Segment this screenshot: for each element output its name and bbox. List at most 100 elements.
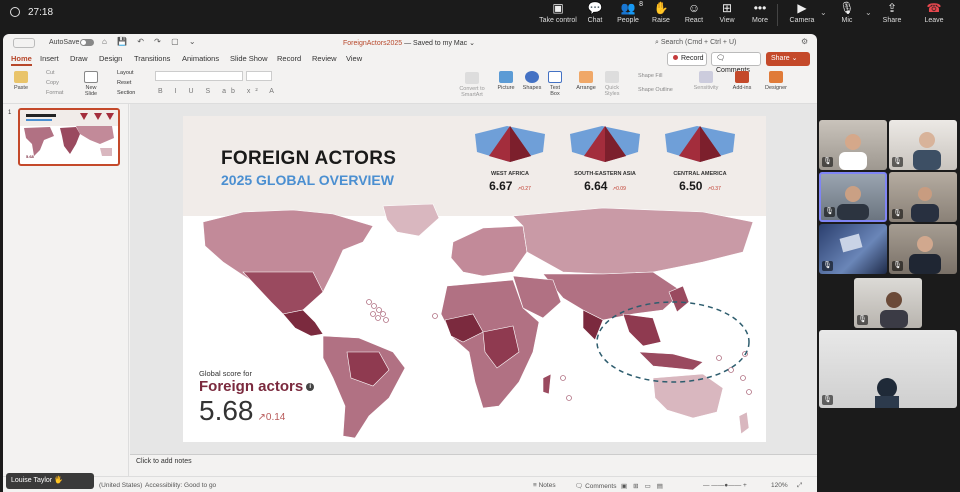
format-painter-button[interactable]: Format [46, 90, 63, 96]
tab-animations[interactable]: Animations [182, 54, 219, 63]
slide[interactable]: FOREIGN ACTORS 2025 GLOBAL OVERVIEW WEST… [183, 116, 766, 442]
add-ins-button[interactable]: Add-ins [731, 71, 753, 91]
arrange-button[interactable]: Arrange [574, 71, 598, 91]
madagascar[interactable] [542, 373, 552, 395]
comment-icon: 🗨 [575, 483, 586, 490]
tab-design[interactable]: Design [99, 54, 122, 63]
self-video-tile[interactable]: 🎙 [819, 330, 957, 408]
south-america[interactable] [322, 335, 406, 439]
greenland[interactable] [382, 203, 440, 237]
language-status[interactable]: (United States) [99, 482, 142, 489]
sidebar-toggle-button[interactable] [13, 38, 35, 48]
tab-record[interactable]: Record [277, 54, 301, 63]
participant-video-tile[interactable]: 🎙 [819, 224, 887, 274]
shapes-button[interactable]: Shapes [521, 71, 543, 91]
mic-muted-icon: 🎙 [892, 157, 903, 167]
russia[interactable] [512, 207, 754, 275]
accessibility-status[interactable]: Accessibility: Good to go [145, 482, 216, 489]
comments-toggle[interactable]: 🗨 Comments [575, 482, 617, 490]
more-button[interactable]: ••• More [741, 1, 779, 24]
share-screen-button[interactable]: ⇪ Share [873, 1, 911, 24]
text-formatting-tools[interactable]: B I U S ab x² A [158, 88, 279, 95]
mic-muted-icon: 🎙 [857, 315, 868, 325]
arrange-icon [579, 71, 593, 83]
zoom-level[interactable]: 120% [771, 482, 788, 489]
sensitivity-button[interactable]: Sensitivity [692, 71, 720, 91]
region-south-eastern-asia[interactable]: SOUTH-EASTERN ASIA 6.64 ↗0.09 [560, 126, 650, 195]
new-zealand[interactable] [738, 411, 750, 435]
tab-draw[interactable]: Draw [70, 54, 88, 63]
layout-button[interactable]: Layout [117, 70, 134, 76]
section-button[interactable]: Section [117, 90, 135, 96]
australia[interactable] [652, 373, 724, 419]
participant-video-tile[interactable]: 🎙 [819, 120, 887, 170]
indonesia[interactable] [638, 351, 704, 371]
global-score[interactable]: Global score for Foreign actors i 5.68 ↗0.… [199, 369, 315, 427]
paste-button[interactable]: Paste [9, 71, 33, 91]
mic-options-chevron-icon[interactable]: ⌄ [865, 8, 872, 17]
picture-button[interactable]: Picture [495, 71, 517, 91]
notes-toggle[interactable]: ≡ Notes [533, 482, 556, 489]
pyramid-icon [570, 126, 640, 162]
participant-video-tile[interactable]: 🎙 [889, 172, 957, 222]
record-button[interactable]: Record [667, 52, 707, 66]
designer-icon [769, 71, 783, 83]
participant-video-tile-active[interactable]: 🎙 [819, 172, 887, 222]
tab-home[interactable]: Home [11, 54, 32, 66]
south-east-asia[interactable] [622, 313, 662, 347]
shape-outline-button[interactable]: Shape Outline [638, 87, 673, 93]
central-america[interactable] [282, 309, 324, 337]
tab-transitions[interactable]: Transitions [134, 54, 170, 63]
text-box-button[interactable]: Text Box [546, 71, 564, 97]
toolbar-divider [777, 4, 778, 26]
region-central-america[interactable]: CENTRAL AMERICA 6.50 ↗0.37 [655, 126, 745, 195]
font-name-select[interactable] [155, 71, 243, 81]
autosave-toggle[interactable] [80, 39, 94, 46]
notes-pane[interactable]: Click to add notes [136, 458, 192, 465]
reset-button[interactable]: Reset [117, 80, 131, 86]
share-button[interactable]: Share ⌄ [766, 52, 810, 66]
view-switcher[interactable]: ▣⊞▭▤ [621, 482, 669, 490]
camera-button[interactable]: ▶ Camera [783, 1, 821, 24]
mic-button[interactable]: 🎙 Mic [828, 1, 866, 24]
tab-insert[interactable]: Insert [40, 54, 59, 63]
asia[interactable] [542, 271, 684, 321]
cut-button[interactable]: Cut [46, 70, 55, 76]
participant-video-tile[interactable]: 🎙 [889, 224, 957, 274]
slide-thumbnail-1[interactable]: 5.68 [18, 108, 120, 166]
quick-access-toolbar[interactable]: ⌂ 💾 ↶ ↷ ▢ ⌄ [102, 37, 200, 46]
copy-button[interactable]: Copy [46, 80, 59, 86]
quick-styles-button[interactable]: Quick Styles [601, 71, 623, 97]
slide-editor-canvas[interactable]: FOREIGN ACTORS 2025 GLOBAL OVERVIEW WEST… [130, 104, 817, 454]
new-slide-button[interactable]: New Slide [80, 71, 102, 97]
region-west-africa[interactable]: WEST AFRICA 6.67 ↗0.27 [465, 126, 555, 195]
participant-video-tile[interactable]: 🎙 [889, 120, 957, 170]
tab-review[interactable]: Review [312, 54, 337, 63]
font-size-select[interactable] [246, 71, 272, 81]
mic-muted-icon: 🎙 [822, 157, 833, 167]
mic-muted-icon: 🎙 [892, 209, 903, 219]
shape-fill-button[interactable]: Shape Fill [638, 73, 662, 79]
quick-styles-icon [605, 71, 619, 83]
fit-to-window-icon[interactable]: ⤢ [797, 482, 802, 490]
europe[interactable] [450, 225, 528, 277]
slide-number: 1 [8, 110, 12, 116]
slide-title[interactable]: FOREIGN ACTORS [221, 148, 396, 170]
tab-view[interactable]: View [346, 54, 362, 63]
take-control-icon: ▣ [552, 1, 564, 15]
comments-button[interactable]: 🗨 Comments [711, 52, 761, 74]
zoom-slider[interactable]: — ——●—— + [703, 482, 747, 489]
svg-text:5.68: 5.68 [26, 154, 35, 159]
leave-button[interactable]: ☎ Leave [915, 1, 953, 24]
united-states[interactable] [242, 271, 324, 315]
take-control-button[interactable]: ▣ Take control [539, 1, 577, 24]
camera-options-chevron-icon[interactable]: ⌄ [820, 8, 827, 17]
designer-button[interactable]: Designer [763, 71, 789, 91]
tab-slide-show[interactable]: Slide Show [230, 54, 268, 63]
participant-video-tile[interactable]: 🎙 [854, 278, 922, 328]
share-settings-icon[interactable]: ⚙ [801, 37, 808, 46]
pyramid-icon [665, 126, 735, 162]
convert-smartart-button[interactable]: Convert to SmartArt [452, 72, 492, 98]
slide-subtitle[interactable]: 2025 GLOBAL OVERVIEW [221, 172, 394, 188]
search-box[interactable]: ⌕ Search (Cmd + Ctrl + U) [653, 37, 783, 49]
